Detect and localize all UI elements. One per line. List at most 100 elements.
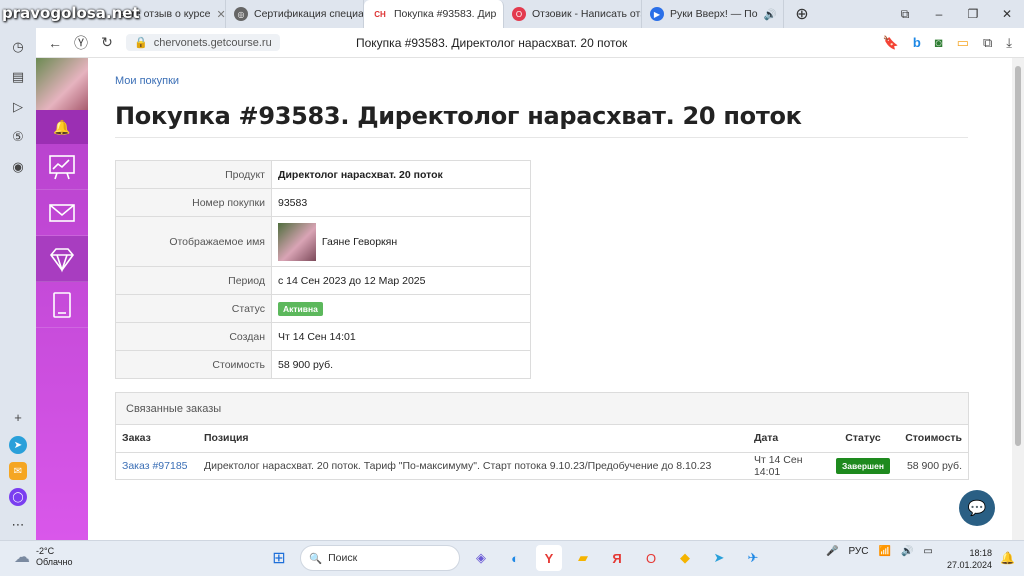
more-icon[interactable]: ⋯: [7, 514, 29, 536]
column-header: Стоимость: [896, 425, 968, 453]
search-icon: 🔍: [309, 552, 323, 565]
status-cell: Активна: [271, 294, 531, 323]
restore-icon[interactable]: ❐: [956, 0, 990, 28]
battery-icon[interactable]: ▭: [957, 35, 969, 51]
table-row: Период с 14 Сен 2023 до 12 Мар 2025: [115, 266, 531, 295]
scrollbar-thumb[interactable]: [1015, 66, 1021, 446]
language-indicator[interactable]: РУС: [848, 546, 868, 557]
close-window-icon[interactable]: ✕: [990, 0, 1024, 28]
table-row: Статус Активна: [115, 294, 531, 323]
download-icon[interactable]: ⤓: [1006, 35, 1012, 51]
tab-music[interactable]: ▶ Руки Вверх! — По 🔊 ✕: [642, 0, 784, 28]
tab-certification[interactable]: ◎ Сертификация специалиста: [226, 0, 364, 28]
date: 27.01.2024: [946, 560, 992, 570]
user-photo: [278, 222, 316, 261]
table-row: Продукт Директолог нарасхват. 20 поток: [115, 160, 531, 189]
purchases-diamond-icon[interactable]: [36, 236, 88, 282]
table-row: Создан Чт 14 Сен 14:01: [115, 322, 531, 351]
back-icon[interactable]: ←: [42, 35, 68, 51]
globe-icon: ◎: [234, 7, 248, 21]
tablet-icon[interactable]: [36, 282, 88, 328]
add-icon[interactable]: +: [7, 406, 29, 428]
alice-icon[interactable]: ◯: [9, 488, 27, 506]
microphone-icon[interactable]: 🎤: [826, 546, 838, 557]
cost-value: 58 900 руб.: [271, 350, 531, 379]
weather-text: Облачно: [36, 557, 73, 567]
row-label: Номер покупки: [115, 188, 272, 217]
teams-icon[interactable]: ◈: [468, 545, 494, 571]
messages-icon[interactable]: [36, 190, 88, 236]
otzovik-icon: O: [512, 7, 526, 21]
breadcrumb[interactable]: Мои покупки: [115, 75, 179, 87]
app-icon[interactable]: ◆: [672, 545, 698, 571]
table-row: Отображаемое имя Гаяне Геворкян: [115, 216, 531, 267]
created-value: Чт 14 Сен 14:01: [271, 322, 531, 351]
screenshot-icon[interactable]: ◉: [7, 156, 29, 178]
main-content: Мои покупки Покупка #93583. Директолог н…: [88, 58, 1012, 540]
product-value: Директолог нарасхват. 20 поток: [271, 160, 531, 189]
bookmark-icon[interactable]: 🔖: [883, 35, 899, 51]
related-orders-panel: Связанные заказы Заказ Позиция Дата Стат…: [115, 392, 969, 480]
search-label: Поиск: [328, 552, 358, 564]
status-badge: Активна: [278, 301, 323, 316]
row-label: Продукт: [115, 160, 272, 189]
shield-icon[interactable]: ◙: [935, 35, 943, 51]
order-link[interactable]: Заказ #97185: [116, 452, 198, 480]
clock[interactable]: 18:18 27.01.2024: [946, 547, 992, 571]
trainings-icon[interactable]: [36, 144, 88, 190]
tab-otzovik[interactable]: O Отзовик - Написать отз: [504, 0, 642, 28]
minimize-icon[interactable]: –: [922, 0, 956, 28]
opera-icon[interactable]: O: [638, 545, 664, 571]
new-tab-icon[interactable]: ⊕: [784, 0, 820, 28]
windows-start-icon[interactable]: ⊞: [266, 545, 292, 571]
url-field[interactable]: 🔒 chervonets.getcourse.ru: [126, 34, 280, 51]
tab-purchase[interactable]: CH Покупка #93583. Дир ✕: [364, 0, 504, 28]
telegram-icon[interactable]: ➤: [706, 545, 732, 571]
edge-icon[interactable]: ◐: [502, 545, 528, 571]
address-bar: ← Ⓨ ↻ 🔒 chervonets.getcourse.ru Покупка …: [36, 28, 1024, 58]
browser-sidebar: ◷ ▤ ▷ ⑤ ◉ + ➤ ✉ ◯ ⋯: [0, 28, 36, 540]
table-row: Номер покупки 93583: [115, 188, 531, 217]
telegram-icon[interactable]: ➤: [9, 436, 27, 454]
yandex-icon[interactable]: Ⓨ: [68, 33, 94, 53]
yandex-icon[interactable]: Я: [604, 545, 630, 571]
site-sidebar: 🔔: [36, 58, 88, 540]
tab-bar: вьте отзыв о курсе ✕ ◎ Сертификация спец…: [0, 0, 1024, 28]
avatar[interactable]: [36, 58, 88, 110]
volume-icon[interactable]: 🔊: [901, 546, 913, 557]
page-title-bar: Покупка #93583. Директолог нарасхват. 20…: [356, 35, 628, 50]
reload-icon[interactable]: ↻: [94, 34, 120, 51]
mail-app-icon[interactable]: ✈: [740, 545, 766, 571]
wifi-icon[interactable]: 📶: [878, 546, 890, 557]
speaker-icon[interactable]: 🔊: [764, 8, 777, 21]
extension-icon[interactable]: b: [913, 35, 921, 51]
extensions-icon[interactable]: ⧉: [983, 35, 992, 51]
row-label: Статус: [115, 294, 272, 323]
divider: [115, 137, 968, 138]
collections-icon[interactable]: ▤: [7, 66, 29, 88]
close-icon[interactable]: ✕: [216, 8, 225, 21]
order-status-badge: Завершен: [835, 458, 890, 475]
mail-icon[interactable]: ✉: [9, 462, 27, 480]
weather-widget[interactable]: ☁ -2°C Облачно: [14, 546, 72, 568]
column-header: Позиция: [198, 425, 748, 453]
scrollbar[interactable]: [1012, 58, 1024, 540]
table-row: Стоимость 58 900 руб.: [115, 350, 531, 379]
folder-icon[interactable]: ▰: [570, 545, 596, 571]
watermark: pravogolosa.net: [2, 4, 140, 22]
history-icon[interactable]: ◷: [7, 36, 29, 58]
notification-icon[interactable]: 🔔: [1000, 551, 1015, 565]
taskbar-search[interactable]: 🔍 Поиск: [300, 545, 460, 571]
panel-heading: Связанные заказы: [116, 393, 968, 425]
tabs-icon[interactable]: ⧉: [888, 0, 922, 28]
bell-icon[interactable]: 🔔: [36, 110, 88, 144]
chat-icon[interactable]: 💬: [959, 490, 995, 526]
battery-icon[interactable]: ▭: [923, 546, 932, 557]
counter-icon[interactable]: ⑤: [7, 126, 29, 148]
period-value: с 14 Сен 2023 до 12 Мар 2025: [271, 266, 531, 295]
order-position: Директолог нарасхват. 20 поток. Тариф "П…: [204, 460, 712, 473]
tab-label: Сертификация специалиста: [254, 8, 364, 20]
video-icon[interactable]: ▷: [7, 96, 29, 118]
column-header: Дата: [747, 425, 830, 453]
yandex-browser-icon[interactable]: Y: [536, 545, 562, 571]
